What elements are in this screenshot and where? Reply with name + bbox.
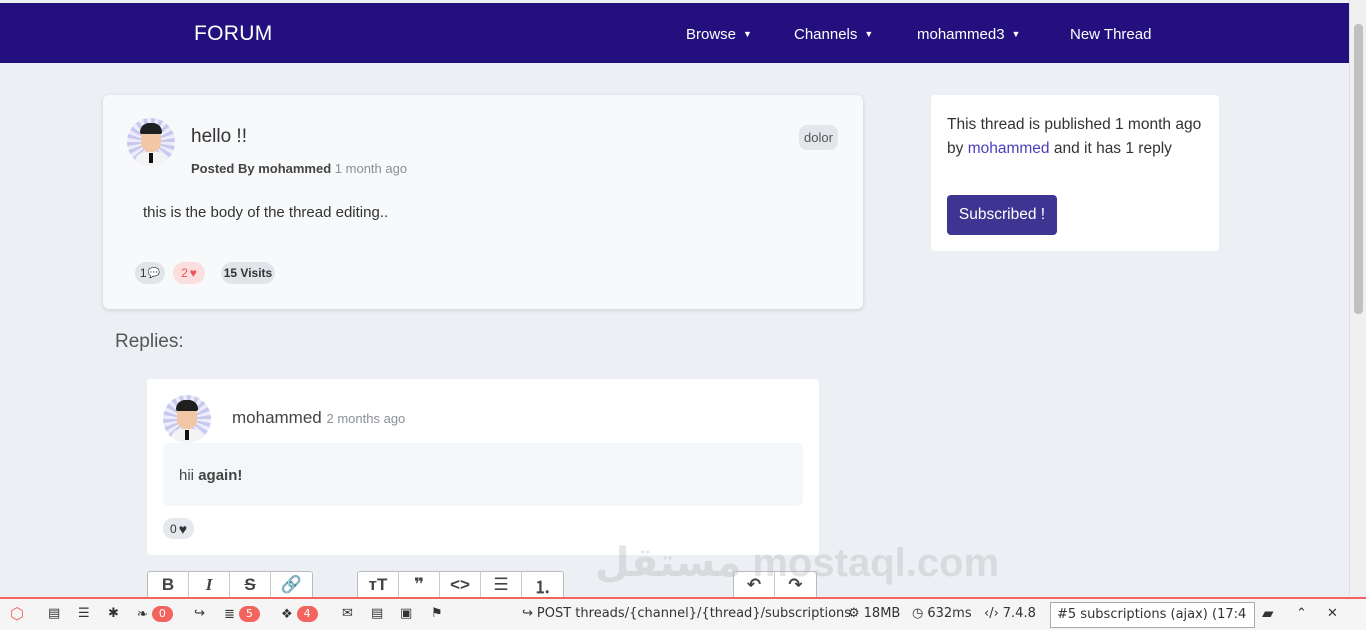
subscribe-button[interactable]: Subscribed ! [947, 195, 1057, 235]
strikethrough-button[interactable]: S [230, 572, 271, 598]
scrollbar-thumb[interactable] [1354, 24, 1363, 314]
folder-open-icon[interactable]: ▰ [1262, 604, 1274, 622]
thread-info-text: This thread is published 1 month ago by … [947, 116, 1202, 157]
reply-body: hii again! [163, 443, 803, 506]
chevron-up-icon[interactable]: ⌃ [1296, 606, 1307, 621]
mail-icon[interactable]: ✉ [342, 606, 353, 621]
memory-usage[interactable]: ⚙ 18MB [848, 606, 900, 621]
close-icon[interactable]: ✕ [1327, 606, 1338, 621]
database-icon[interactable]: ≣ 5 [224, 606, 260, 622]
code-icon: ‹/› [984, 606, 999, 621]
request-history-select[interactable]: #5 subscriptions (ajax) (17:4 [1050, 602, 1255, 628]
caret-down-icon: ▼ [743, 29, 752, 39]
author-link[interactable]: mohammed [968, 140, 1050, 157]
views-icon[interactable]: ❧ 0 [137, 606, 173, 622]
editor-toolbar-format: B I S 🔗 [147, 571, 313, 599]
caret-down-icon: ▼ [864, 29, 874, 39]
editor-toolbar-blocks: ᴛT ❞ <> ☰ ⒈ [357, 571, 564, 599]
reply-author: mohammed 2 months ago [232, 408, 405, 428]
request-duration[interactable]: ◷ 632ms [912, 606, 972, 621]
quote-icon[interactable]: ❞ [399, 572, 440, 598]
replies-count-badge: 1 💬 [135, 262, 165, 284]
page-scrollbar[interactable] [1349, 0, 1366, 595]
replies-heading: Replies: [115, 331, 184, 352]
thread-card: hello !! Posted By mohammed 1 month ago … [103, 95, 863, 309]
posted-by-label: Posted By [191, 161, 255, 176]
bullet-list-icon[interactable]: ☰ [481, 572, 522, 598]
comment-icon: 💬 [147, 267, 161, 279]
reply-like-button[interactable]: 0 ♥ [163, 518, 194, 539]
debug-bar: ⬡ ▤ ☰ ✱ ❧ 0 ↪ ≣ 5 ❖ 4 ✉ ▤ ▣ ⚑ ↪ POST threads… [0, 597, 1366, 630]
code-icon[interactable]: <> [440, 572, 481, 598]
heart-icon: ♥ [178, 520, 187, 537]
nav-new-thread[interactable]: New Thread [1070, 26, 1151, 43]
thread-time: 1 month ago [334, 161, 408, 176]
channel-tag[interactable]: dolor [799, 125, 838, 150]
clock-icon: ◷ [912, 606, 924, 621]
link-icon[interactable]: 🔗 [271, 572, 312, 598]
thread-body: this is the body of the thread editing.. [143, 204, 389, 221]
like-button[interactable]: 2 ♥ [173, 262, 205, 284]
avatar[interactable] [127, 118, 175, 166]
thread-info-card: This thread is published 1 month ago by … [931, 95, 1219, 251]
route-icon[interactable]: ↪ [194, 606, 205, 621]
avatar[interactable] [163, 395, 211, 443]
italic-button[interactable]: I [189, 572, 230, 598]
thread-meta: Posted By mohammed 1 month ago [191, 161, 407, 176]
reply-card: mohammed 2 months ago hii again! 0 ♥ [147, 379, 819, 555]
thread-author-link[interactable]: mohammed [258, 161, 331, 176]
heading-button[interactable]: ᴛT [358, 572, 399, 598]
thread-title: hello !! [191, 126, 247, 147]
timeline-icon[interactable]: ☰ [78, 606, 90, 621]
visits-badge: 15 Visits [221, 262, 275, 284]
brand-logo[interactable]: FORUM [194, 22, 273, 46]
request-route[interactable]: ↪ POST threads/{channel}/{thread}/subscri… [522, 606, 851, 621]
tags-icon[interactable]: ⚑ [431, 606, 443, 621]
nav-browse[interactable]: Browse ▼ [686, 26, 752, 43]
numbered-list-icon[interactable]: ⒈ [522, 572, 563, 598]
watermark: مستقل mostaql.com [595, 541, 1000, 585]
share-icon: ↪ [522, 606, 533, 621]
laravel-logo-icon[interactable]: ⬡ [10, 604, 24, 623]
php-version: ‹/› 7.4.8 [984, 606, 1036, 621]
bug-icon[interactable]: ✱ [108, 606, 119, 621]
reply-author-link[interactable]: mohammed [232, 408, 322, 427]
models-icon[interactable]: ❖ 4 [281, 606, 318, 622]
gate-icon[interactable]: ▤ [371, 606, 383, 621]
messages-icon[interactable]: ▤ [48, 606, 60, 621]
session-icon[interactable]: ▣ [400, 606, 412, 621]
nav-channels[interactable]: Channels ▼ [794, 26, 873, 43]
cogs-icon: ⚙ [848, 606, 860, 621]
nav-user-menu[interactable]: mohammed3 ▼ [917, 26, 1020, 43]
caret-down-icon: ▼ [1011, 29, 1021, 39]
bold-button[interactable]: B [148, 572, 189, 598]
top-navbar: FORUM Browse ▼ Channels ▼ mohammed3 ▼ New T… [0, 3, 1349, 63]
heart-icon: ♥ [189, 266, 197, 280]
reply-time: 2 months ago [326, 411, 406, 426]
